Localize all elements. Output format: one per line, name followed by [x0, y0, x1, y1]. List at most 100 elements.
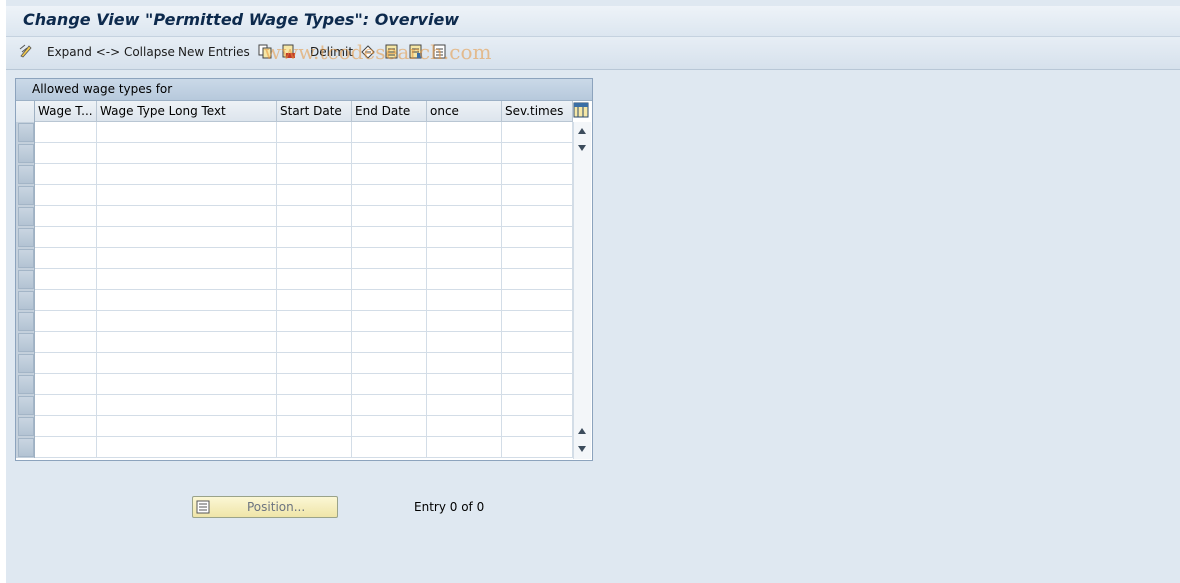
table-cell[interactable] — [277, 374, 352, 395]
table-cell[interactable] — [277, 122, 352, 143]
table-cell[interactable] — [277, 164, 352, 185]
table-cell[interactable] — [427, 206, 502, 227]
table-cell[interactable] — [35, 332, 97, 353]
table-cell[interactable] — [97, 416, 277, 437]
table-cell[interactable] — [427, 416, 502, 437]
table-cell[interactable] — [97, 437, 277, 458]
table-cell[interactable] — [97, 374, 277, 395]
table-cell[interactable] — [97, 122, 277, 143]
row-selector[interactable] — [18, 144, 34, 163]
delimit-button[interactable]: Delimit — [310, 45, 353, 59]
table-cell[interactable] — [502, 437, 573, 458]
table-cell[interactable] — [97, 269, 277, 290]
table-cell[interactable] — [502, 416, 573, 437]
table-cell[interactable] — [352, 227, 427, 248]
table-cell[interactable] — [352, 164, 427, 185]
table-cell[interactable] — [97, 227, 277, 248]
table-cell[interactable] — [427, 185, 502, 206]
table-cell[interactable] — [97, 248, 277, 269]
row-selector[interactable] — [18, 249, 34, 268]
table-cell[interactable] — [97, 206, 277, 227]
expand-collapse-button[interactable]: Expand <-> Collapse — [47, 45, 175, 59]
delete-icon[interactable] — [282, 44, 296, 59]
column-header-sev-times[interactable]: Sev.times — [502, 101, 573, 122]
table-cell[interactable] — [277, 332, 352, 353]
row-selector[interactable] — [18, 228, 34, 247]
table-cell[interactable] — [277, 290, 352, 311]
table-cell[interactable] — [35, 227, 97, 248]
row-selector[interactable] — [18, 312, 34, 331]
table-cell[interactable] — [277, 227, 352, 248]
table-cell[interactable] — [35, 269, 97, 290]
table-cell[interactable] — [277, 416, 352, 437]
column-header-end-date[interactable]: End Date — [352, 101, 427, 122]
row-selector[interactable] — [18, 438, 34, 457]
scroll-up-icon[interactable] — [578, 128, 586, 134]
row-selector[interactable] — [18, 123, 34, 142]
table-cell[interactable] — [427, 395, 502, 416]
table-cell[interactable] — [97, 164, 277, 185]
table-cell[interactable] — [427, 353, 502, 374]
table-cell[interactable] — [502, 248, 573, 269]
table-cell[interactable] — [277, 269, 352, 290]
table-cell[interactable] — [502, 395, 573, 416]
table-cell[interactable] — [502, 185, 573, 206]
table-cell[interactable] — [277, 206, 352, 227]
table-cell[interactable] — [502, 290, 573, 311]
table-cell[interactable] — [502, 269, 573, 290]
table-cell[interactable] — [35, 143, 97, 164]
table-cell[interactable] — [352, 416, 427, 437]
table-cell[interactable] — [502, 311, 573, 332]
table-cell[interactable] — [35, 437, 97, 458]
column-header-long-text[interactable]: Wage Type Long Text — [97, 101, 277, 122]
table-cell[interactable] — [35, 290, 97, 311]
table-cell[interactable] — [352, 248, 427, 269]
table-cell[interactable] — [352, 311, 427, 332]
table-cell[interactable] — [97, 395, 277, 416]
table-cell[interactable] — [277, 185, 352, 206]
table-cell[interactable] — [35, 374, 97, 395]
table-cell[interactable] — [427, 332, 502, 353]
table-cell[interactable] — [427, 248, 502, 269]
table-cell[interactable] — [97, 332, 277, 353]
row-selector[interactable] — [18, 291, 34, 310]
row-selector[interactable] — [18, 333, 34, 352]
table-cell[interactable] — [97, 185, 277, 206]
table-cell[interactable] — [97, 353, 277, 374]
table-cell[interactable] — [427, 269, 502, 290]
table-cell[interactable] — [35, 311, 97, 332]
table-cell[interactable] — [352, 290, 427, 311]
table-cell[interactable] — [502, 143, 573, 164]
table-cell[interactable] — [35, 122, 97, 143]
select-block-icon[interactable] — [409, 44, 423, 59]
table-cell[interactable] — [35, 206, 97, 227]
row-selector[interactable] — [18, 396, 34, 415]
table-cell[interactable] — [427, 290, 502, 311]
table-cell[interactable] — [277, 143, 352, 164]
table-cell[interactable] — [352, 143, 427, 164]
copy-icon[interactable] — [258, 44, 272, 59]
column-header-once[interactable]: once — [427, 101, 502, 122]
table-cell[interactable] — [427, 164, 502, 185]
table-cell[interactable] — [502, 122, 573, 143]
table-cell[interactable] — [352, 185, 427, 206]
table-cell[interactable] — [352, 332, 427, 353]
table-cell[interactable] — [502, 374, 573, 395]
row-selector[interactable] — [18, 186, 34, 205]
scroll-down-icon[interactable] — [578, 446, 586, 452]
table-cell[interactable] — [97, 290, 277, 311]
undo-change-icon[interactable] — [361, 44, 375, 59]
table-cell[interactable] — [352, 206, 427, 227]
table-cell[interactable] — [352, 437, 427, 458]
table-cell[interactable] — [427, 227, 502, 248]
table-cell[interactable] — [352, 122, 427, 143]
table-cell[interactable] — [277, 437, 352, 458]
scroll-page-down-icon[interactable] — [578, 145, 586, 151]
table-cell[interactable] — [35, 395, 97, 416]
table-cell[interactable] — [35, 248, 97, 269]
row-selector[interactable] — [18, 354, 34, 373]
table-cell[interactable] — [277, 248, 352, 269]
column-header-start-date[interactable]: Start Date — [277, 101, 352, 122]
display-change-icon[interactable] — [19, 44, 33, 59]
deselect-all-icon[interactable] — [433, 44, 447, 59]
